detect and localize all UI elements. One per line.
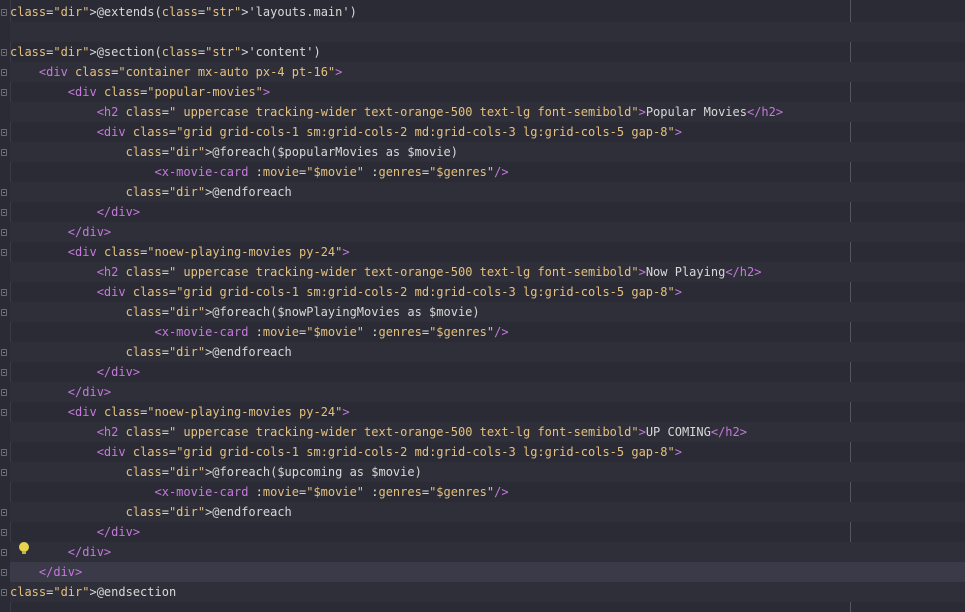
code-text: <div class="grid grid-cols-1 sm:grid-col… xyxy=(96,285,682,299)
fold-marker-icon[interactable] xyxy=(1,49,7,56)
code-line[interactable]: class="dir">@foreach($popularMovies as $… xyxy=(10,142,965,162)
lightbulb-icon[interactable] xyxy=(19,542,29,554)
code-line[interactable]: class="dir">@foreach($nowPlayingMovies a… xyxy=(10,302,965,322)
fold-marker-icon[interactable] xyxy=(1,129,7,136)
code-line[interactable]: <x-movie-card :movie="$movie" :genres="$… xyxy=(10,322,965,342)
code-line[interactable] xyxy=(10,22,965,42)
code-line[interactable]: </div> xyxy=(10,362,965,382)
code-line[interactable]: <x-movie-card :movie="$movie" :genres="$… xyxy=(10,482,965,502)
code-editor[interactable]: class="dir">@extends(class="str">'layout… xyxy=(0,0,965,612)
code-text: <div class="popular-movies"> xyxy=(67,85,271,99)
fold-marker-icon[interactable] xyxy=(1,9,7,16)
code-line[interactable]: class="dir">@foreach($upcoming as $movie… xyxy=(10,462,965,482)
code-line[interactable]: class="dir">@extends(class="str">'layout… xyxy=(10,2,965,22)
code-text: <x-movie-card :movie="$movie" :genres="$… xyxy=(154,165,509,179)
code-text: class="dir">@endsection xyxy=(10,585,177,599)
code-line[interactable]: <x-movie-card :movie="$movie" :genres="$… xyxy=(10,162,965,182)
code-text: <x-movie-card :movie="$movie" :genres="$… xyxy=(154,485,509,499)
code-text: </div> xyxy=(67,225,112,239)
code-line[interactable]: class="dir">@endsection xyxy=(10,582,965,602)
code-line[interactable]: </div> xyxy=(10,562,965,582)
code-text: <div class="grid grid-cols-1 sm:grid-col… xyxy=(96,125,682,139)
fold-marker-icon[interactable] xyxy=(1,69,7,76)
code-line[interactable]: <h2 class=" uppercase tracking-wider tex… xyxy=(10,262,965,282)
code-text: class="dir">@foreach($upcoming as $movie… xyxy=(125,465,422,479)
fold-marker-icon[interactable] xyxy=(1,449,7,456)
fold-marker-icon[interactable] xyxy=(1,529,7,536)
code-text: </div> xyxy=(96,525,141,539)
code-line[interactable]: </div> xyxy=(10,222,965,242)
code-line[interactable]: class="dir">@endforeach xyxy=(10,342,965,362)
code-text: </div> xyxy=(96,205,141,219)
code-text: class="dir">@section(class="str">'conten… xyxy=(10,45,321,59)
code-text: class="dir">@endforeach xyxy=(125,185,292,199)
code-line[interactable]: </div> xyxy=(10,382,965,402)
code-text: <div class="container mx-auto px-4 pt-16… xyxy=(38,65,343,79)
code-line[interactable]: <div class="noew-playing-movies py-24"> xyxy=(10,242,965,262)
code-text: <h2 class=" uppercase tracking-wider tex… xyxy=(96,265,762,279)
code-line[interactable]: <div class="container mx-auto px-4 pt-16… xyxy=(10,62,965,82)
fold-marker-icon[interactable] xyxy=(1,149,7,156)
code-line[interactable]: </div> xyxy=(10,202,965,222)
fold-marker-icon[interactable] xyxy=(1,409,7,416)
fold-marker-icon[interactable] xyxy=(1,589,7,596)
code-line[interactable]: class="dir">@endforeach xyxy=(10,182,965,202)
fold-marker-icon[interactable] xyxy=(1,569,7,576)
code-text: <h2 class=" uppercase tracking-wider tex… xyxy=(96,425,747,439)
code-line[interactable]: <div class="noew-playing-movies py-24"> xyxy=(10,402,965,422)
code-line[interactable]: <div class="grid grid-cols-1 sm:grid-col… xyxy=(10,442,965,462)
fold-marker-icon[interactable] xyxy=(1,509,7,516)
fold-marker-icon[interactable] xyxy=(1,89,7,96)
fold-marker-icon[interactable] xyxy=(1,289,7,296)
code-line[interactable]: </div> xyxy=(10,522,965,542)
code-line[interactable]: <h2 class=" uppercase tracking-wider tex… xyxy=(10,102,965,122)
code-line[interactable]: </div> xyxy=(10,542,965,562)
code-text: </div> xyxy=(38,565,83,579)
fold-marker-icon[interactable] xyxy=(1,249,7,256)
fold-marker-icon[interactable] xyxy=(1,349,7,356)
code-text: <div class="noew-playing-movies py-24"> xyxy=(67,405,350,419)
code-line[interactable]: <h2 class=" uppercase tracking-wider tex… xyxy=(10,422,965,442)
code-text: </div> xyxy=(96,365,141,379)
fold-marker-icon[interactable] xyxy=(1,309,7,316)
code-text: <div class="grid grid-cols-1 sm:grid-col… xyxy=(96,445,682,459)
code-text: class="dir">@extends(class="str">'layout… xyxy=(10,5,357,19)
code-line[interactable]: class="dir">@section(class="str">'conten… xyxy=(10,42,965,62)
code-text: <x-movie-card :movie="$movie" :genres="$… xyxy=(154,325,509,339)
code-text: <div class="noew-playing-movies py-24"> xyxy=(67,245,350,259)
code-text: <h2 class=" uppercase tracking-wider tex… xyxy=(96,105,784,119)
fold-marker-icon[interactable] xyxy=(1,209,7,216)
code-line[interactable]: <div class="grid grid-cols-1 sm:grid-col… xyxy=(10,282,965,302)
fold-marker-icon[interactable] xyxy=(1,389,7,396)
code-text: class="dir">@foreach($popularMovies as $… xyxy=(125,145,458,159)
fold-marker-icon[interactable] xyxy=(1,369,7,376)
code-text: class="dir">@endforeach xyxy=(125,345,292,359)
fold-marker-icon[interactable] xyxy=(1,469,7,476)
fold-marker-icon[interactable] xyxy=(1,189,7,196)
fold-marker-icon[interactable] xyxy=(1,549,7,556)
code-text: </div> xyxy=(67,385,112,399)
code-line[interactable]: class="dir">@endforeach xyxy=(10,502,965,522)
code-line[interactable]: <div class="popular-movies"> xyxy=(10,82,965,102)
code-line[interactable]: <div class="grid grid-cols-1 sm:grid-col… xyxy=(10,122,965,142)
code-text: class="dir">@endforeach xyxy=(125,505,292,519)
code-text: class="dir">@foreach($nowPlayingMovies a… xyxy=(125,305,480,319)
fold-marker-icon[interactable] xyxy=(1,229,7,236)
